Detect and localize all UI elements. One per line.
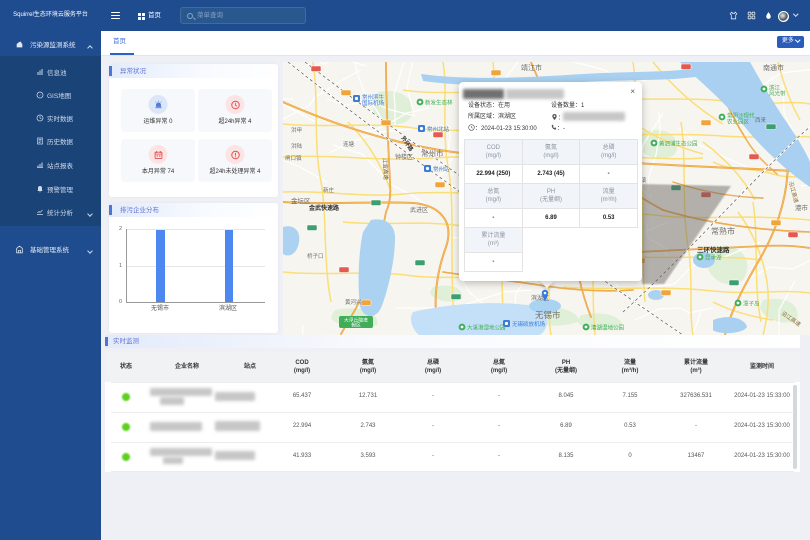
svg-text:西来: 西来 <box>755 116 767 124</box>
svg-text:无锡硕放机场: 无锡硕放机场 <box>512 320 546 328</box>
svg-text:桥子口: 桥子口 <box>307 252 324 260</box>
svg-text:常州市: 常州市 <box>421 148 444 158</box>
svg-text:农业园区: 农业园区 <box>727 118 750 126</box>
svg-text:金武快速路: 金武快速路 <box>308 204 340 212</box>
svg-text:漕湖湿地公园: 漕湖湿地公园 <box>591 324 625 332</box>
svg-text:钟楼区: 钟楼区 <box>395 153 413 161</box>
svg-text:大浮丘陵度: 大浮丘陵度 <box>344 317 368 324</box>
svg-text:常州北站: 常州北站 <box>427 125 450 133</box>
svg-text:武进区: 武进区 <box>410 206 428 214</box>
svg-text:三环快速路: 三环快速路 <box>697 245 730 254</box>
svg-text:大溪港湿地公园: 大溪港湿地公园 <box>467 324 506 332</box>
svg-text:靖江市: 靖江市 <box>521 63 542 72</box>
svg-text:风光带: 风光带 <box>769 90 786 98</box>
svg-text:昆承湖: 昆承湖 <box>705 254 722 262</box>
svg-text:连塘: 连塘 <box>343 140 355 148</box>
svg-text:黄河兴: 黄河兴 <box>345 298 362 306</box>
svg-text:洪陆: 洪陆 <box>291 142 303 150</box>
svg-text:常阴沙现代: 常阴沙现代 <box>727 112 755 120</box>
svg-text:洪甲: 洪甲 <box>291 126 302 134</box>
svg-text:新发生态林: 新发生态林 <box>425 99 453 107</box>
svg-text:金坛区: 金坛区 <box>291 196 311 205</box>
svg-text:新庄: 新庄 <box>323 186 335 194</box>
svg-text:假区: 假区 <box>351 322 361 329</box>
svg-text:港市: 港市 <box>795 203 809 212</box>
svg-text:黄泗浦生态公园: 黄泗浦生态公园 <box>659 140 698 148</box>
svg-text:国际机场: 国际机场 <box>362 99 385 107</box>
svg-text:南通市: 南通市 <box>763 63 784 72</box>
svg-text:闸口镇: 闸口镇 <box>285 154 302 162</box>
svg-text:滨江: 滨江 <box>769 84 781 92</box>
svg-text:常州站: 常州站 <box>433 165 450 173</box>
svg-text:常州滨牛: 常州滨牛 <box>362 93 385 101</box>
svg-text:潭子岛: 潭子岛 <box>743 300 760 308</box>
svg-text:常熟市: 常熟市 <box>711 226 735 236</box>
svg-text:无锡市: 无锡市 <box>535 310 561 320</box>
